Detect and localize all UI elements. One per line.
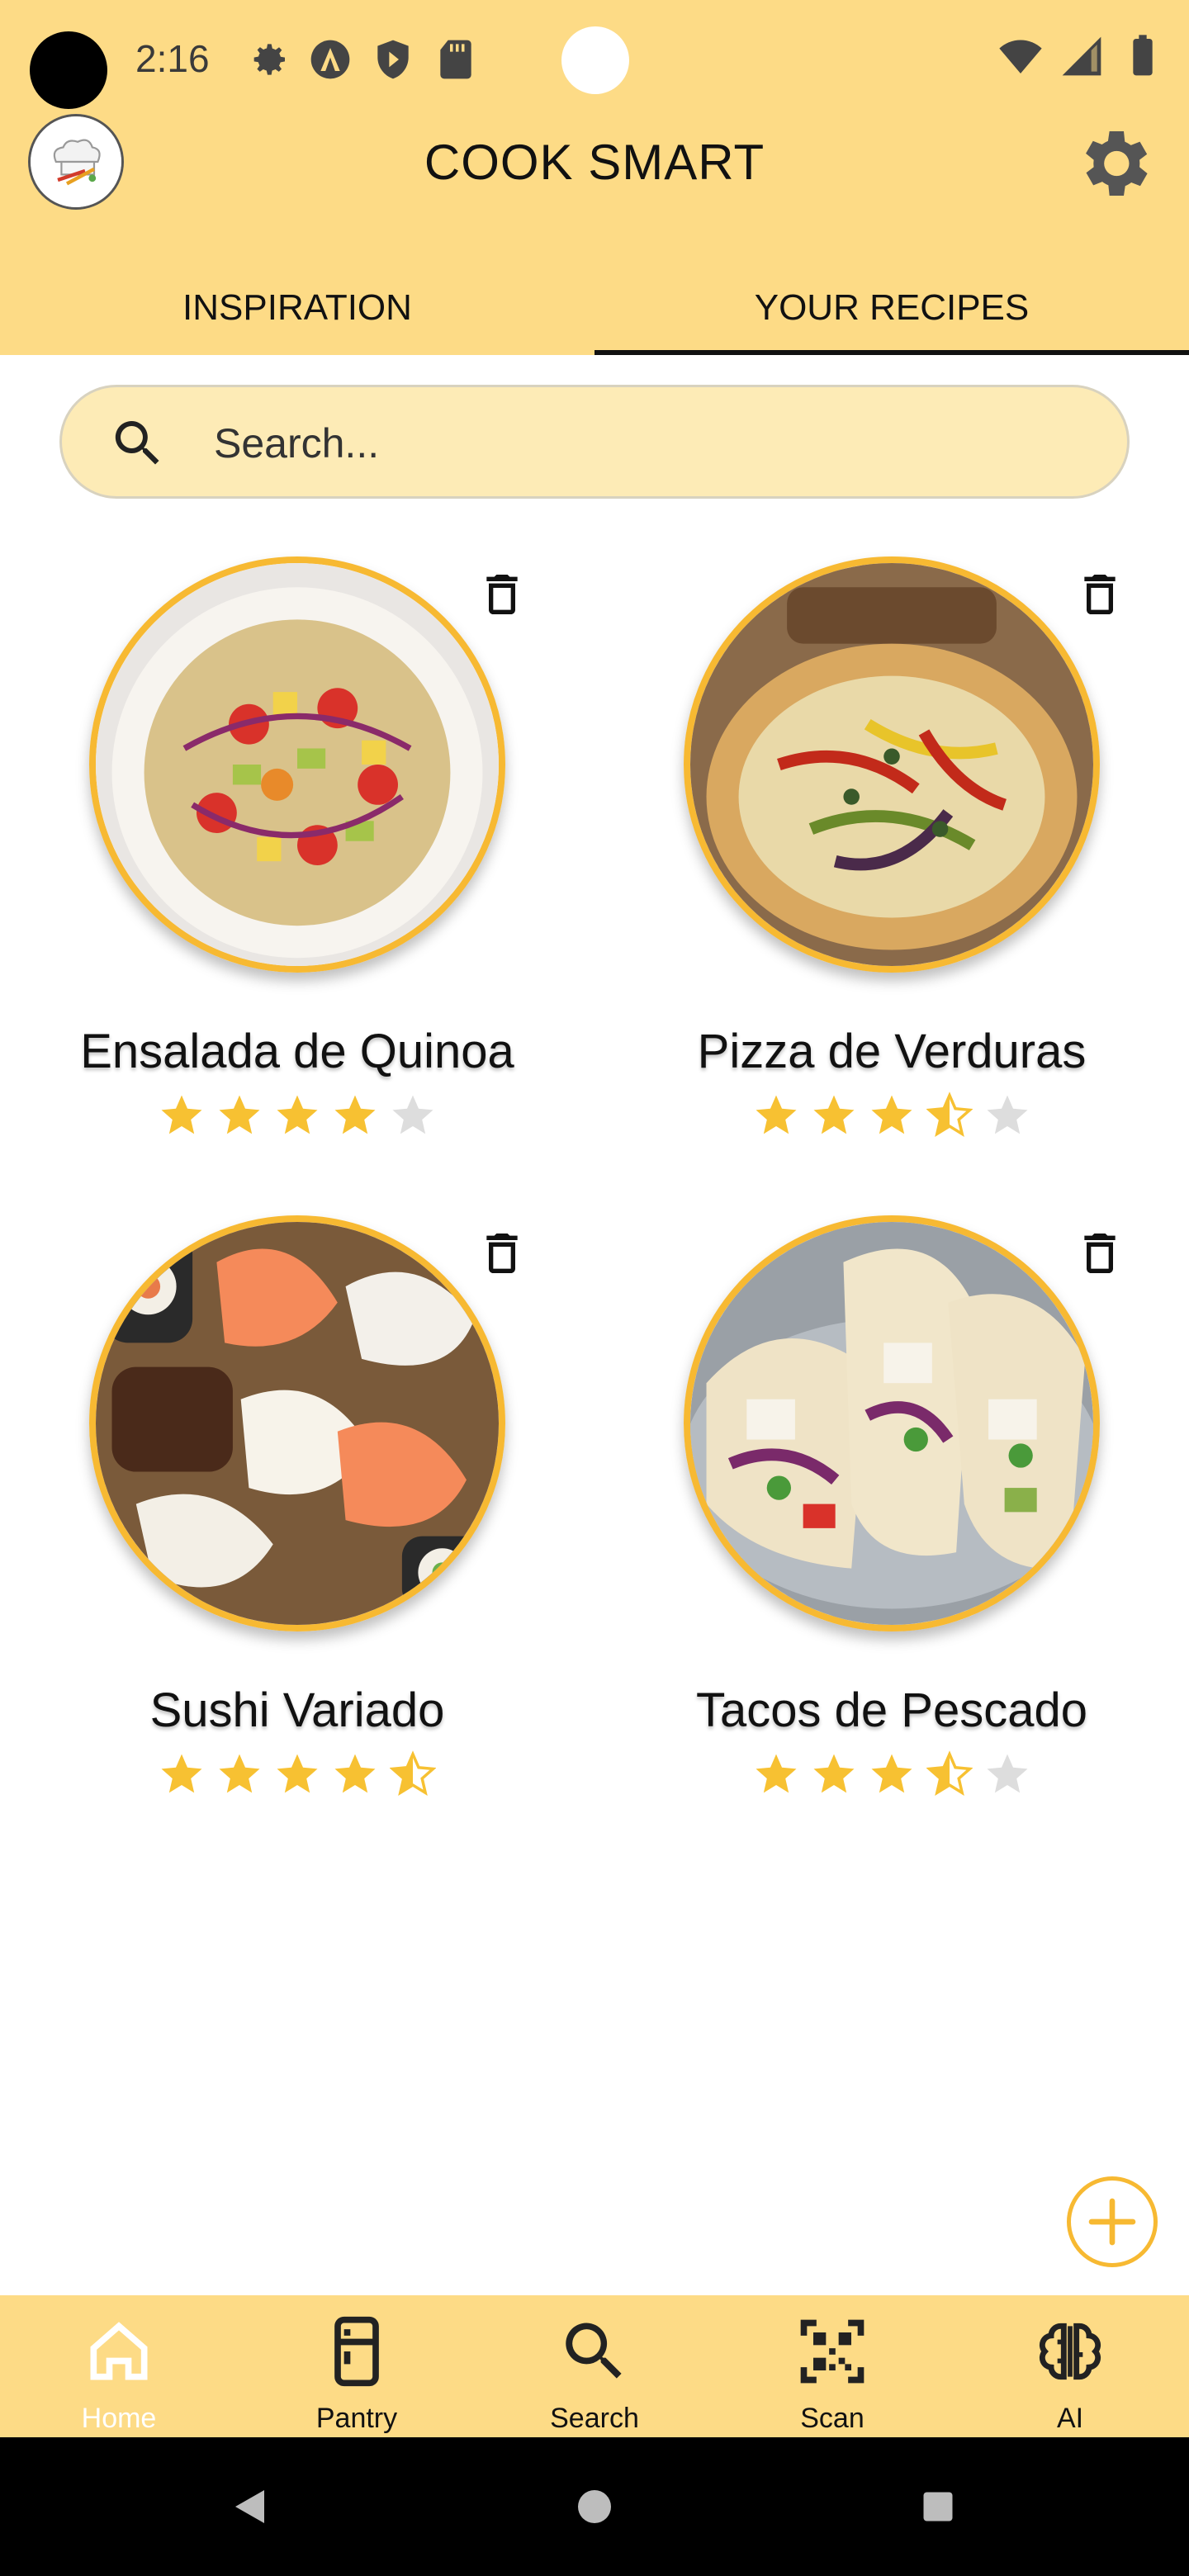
trash-icon <box>486 1234 518 1273</box>
star-full-icon <box>277 1754 318 1793</box>
nav-pantry[interactable]: Pantry <box>238 2295 476 2437</box>
star-full-icon <box>813 1754 855 1793</box>
delete-recipe-button[interactable] <box>476 565 528 624</box>
trash-icon <box>1084 1234 1116 1273</box>
search-input[interactable] <box>214 412 1040 475</box>
star-full-icon <box>219 1095 260 1134</box>
app-header: 2:16 COOK SMART INSPIRATION YOUR RECIPES <box>0 0 1189 355</box>
star-empty-icon <box>987 1754 1028 1793</box>
tab-inspiration[interactable]: INSPIRATION <box>0 272 594 355</box>
bottom-navigation: Home Pantry Search Scan AI <box>0 2295 1189 2437</box>
star-half-icon <box>926 1091 973 1138</box>
recipe-name: Sushi Variado <box>149 1683 445 1737</box>
nav-label: Scan <box>800 2403 865 2434</box>
recipe-name: Pizza de Verduras <box>697 1025 1087 1078</box>
nav-scan[interactable]: Scan <box>713 2295 951 2437</box>
recipe-rating <box>0 1750 594 1797</box>
home-system-button[interactable] <box>545 2437 644 2576</box>
status-time: 2:16 <box>135 37 210 80</box>
back-button[interactable] <box>198 2437 297 2576</box>
app-screen: 2:16 COOK SMART INSPIRATION YOUR RECIPES… <box>0 0 1189 2576</box>
recipe-rating <box>0 1091 594 1138</box>
star-full-icon <box>161 1754 202 1793</box>
android-auto-status-icon <box>310 40 350 79</box>
status-notification-icons <box>244 36 479 83</box>
nav-home[interactable]: Home <box>0 2295 238 2437</box>
nav-search[interactable]: Search <box>476 2295 713 2437</box>
plus-icon <box>1088 2198 1136 2246</box>
back-triangle-icon <box>235 2490 264 2523</box>
add-recipe-button[interactable] <box>1067 2176 1158 2267</box>
star-half-icon <box>926 1750 973 1797</box>
recipe-rating <box>594 1750 1189 1797</box>
sd-card-status-icon <box>440 40 471 79</box>
camera-cutout <box>30 31 107 109</box>
recipe-name: Tacos de Pescado <box>696 1683 1087 1737</box>
star-full-icon <box>161 1095 202 1134</box>
star-full-icon <box>219 1754 260 1793</box>
star-full-icon <box>756 1095 797 1134</box>
app-title: COOK SMART <box>424 135 765 190</box>
fish-tacos-image <box>690 1222 1093 1625</box>
qr-scan-icon <box>800 2319 865 2384</box>
search-icon <box>566 2323 622 2379</box>
recipe-photo-fish-tacos[interactable] <box>684 1215 1100 1631</box>
nav-label: Pantry <box>315 2403 398 2434</box>
star-full-icon <box>334 1754 376 1793</box>
search-bar[interactable] <box>59 385 1130 499</box>
search-icon <box>115 421 159 465</box>
star-half-icon <box>390 1750 436 1797</box>
nav-label: Search <box>550 2403 639 2434</box>
tab-bar: INSPIRATION YOUR RECIPES <box>0 272 1189 355</box>
delete-recipe-button[interactable] <box>1073 1224 1126 1283</box>
home-circle-icon <box>578 2490 611 2523</box>
nav-label: AI <box>1056 2403 1084 2434</box>
status-bar: 2:16 <box>0 0 1189 116</box>
star-full-icon <box>871 1754 912 1793</box>
delete-recipe-button[interactable] <box>1073 565 1126 624</box>
nav-label: Home <box>81 2403 157 2434</box>
recents-square-icon <box>923 2492 953 2522</box>
wifi-icon <box>999 40 1042 73</box>
home-icon <box>90 2322 148 2380</box>
system-navigation-bar <box>0 2437 1189 2576</box>
star-empty-icon <box>392 1095 433 1134</box>
recipe-photo-quinoa-salad[interactable] <box>89 556 505 973</box>
recipe-photo-veggie-pizza[interactable] <box>684 556 1100 973</box>
signal-icon <box>1062 36 1101 76</box>
settings-status-icon <box>253 44 285 75</box>
star-full-icon <box>277 1095 318 1134</box>
settings-button[interactable] <box>1070 121 1156 206</box>
star-full-icon <box>871 1095 912 1134</box>
fridge-icon <box>334 2316 379 2387</box>
quinoa-salad-image <box>96 563 499 966</box>
recipe-rating <box>594 1091 1189 1138</box>
recipe-name: Ensalada de Quinoa <box>80 1025 514 1078</box>
battery-icon <box>1133 35 1153 76</box>
gear-icon <box>1086 131 1148 196</box>
shield-status-icon <box>377 40 409 79</box>
status-system-icons <box>997 33 1166 79</box>
veggie-pizza-image <box>690 563 1093 966</box>
recipe-photo-sushi[interactable] <box>89 1215 505 1631</box>
star-full-icon <box>756 1754 797 1793</box>
star-full-icon <box>813 1095 855 1134</box>
recents-button[interactable] <box>888 2437 988 2576</box>
tab-your-recipes[interactable]: YOUR RECIPES <box>594 272 1189 355</box>
status-dot <box>561 26 629 94</box>
sushi-image <box>96 1222 499 1625</box>
delete-recipe-button[interactable] <box>476 1224 528 1283</box>
nav-ai[interactable]: AI <box>951 2295 1189 2437</box>
brain-icon <box>1039 2323 1101 2380</box>
trash-icon <box>486 575 518 614</box>
trash-icon <box>1084 575 1116 614</box>
star-full-icon <box>334 1095 376 1134</box>
star-empty-icon <box>987 1095 1028 1134</box>
